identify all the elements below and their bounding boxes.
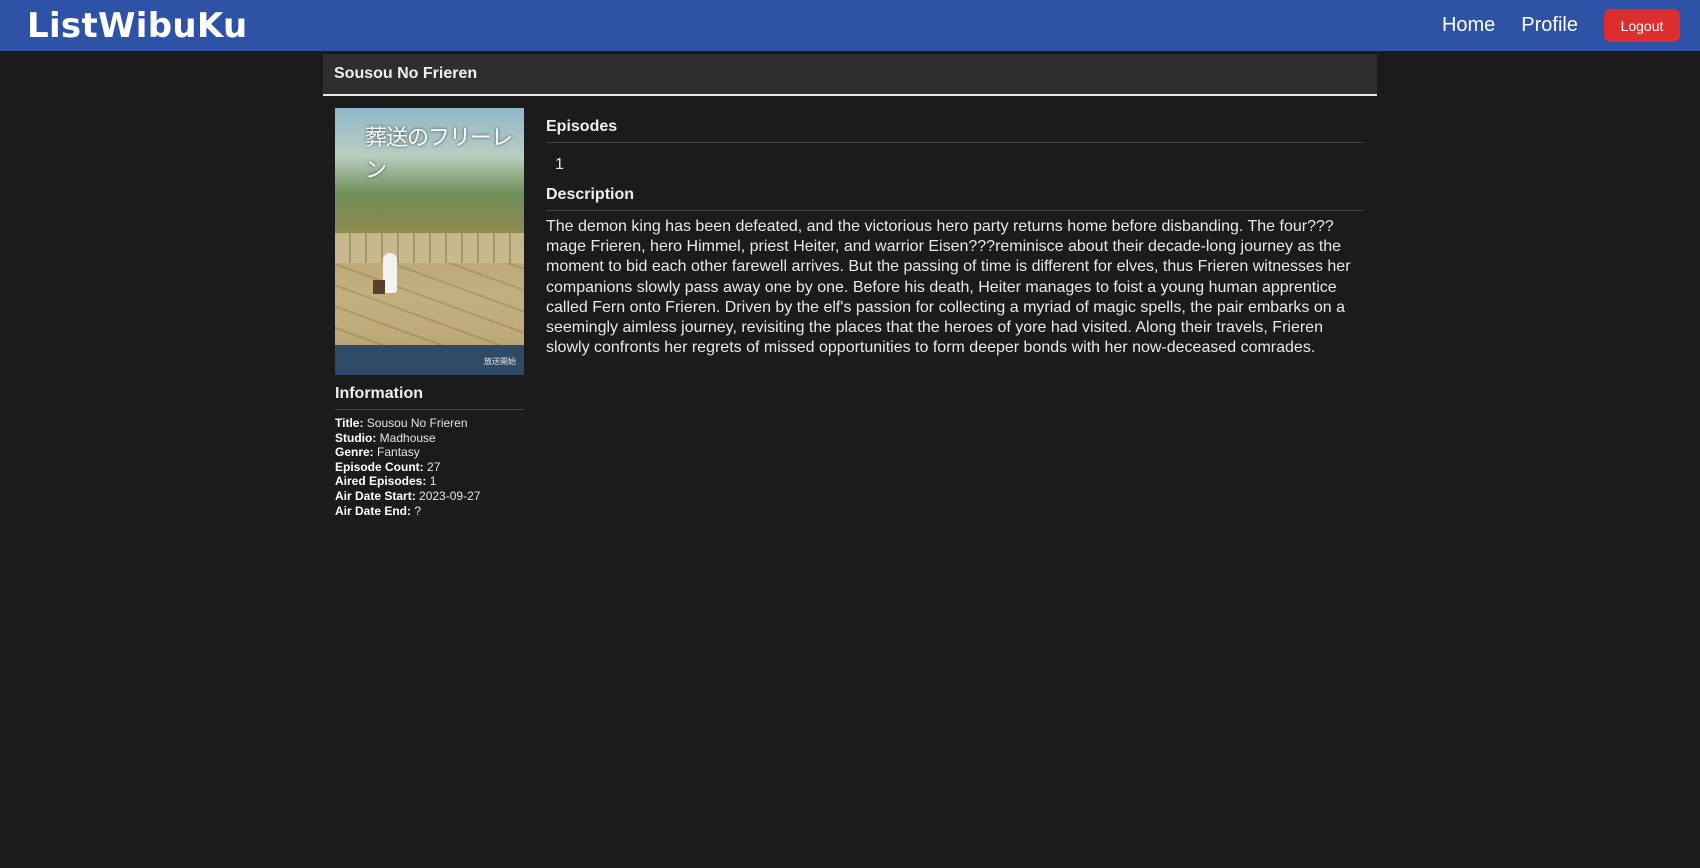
page-title: Sousou No Frieren bbox=[334, 65, 478, 82]
poster-title-text: 葬送のフリーレン bbox=[365, 126, 513, 183]
info-row-title: Title: Sousou No Frieren bbox=[335, 416, 468, 430]
left-column: 葬送のフリーレン 放送開始 Information Title: Sousou … bbox=[335, 108, 524, 518]
brand-logo-link[interactable]: ListWibuKu bbox=[27, 6, 247, 46]
nav-link-home[interactable]: Home bbox=[1442, 14, 1495, 37]
poster-ground bbox=[335, 263, 524, 348]
description-heading: Description bbox=[546, 186, 1363, 211]
anime-detail-panel: Sousou No Frieren 葬送のフリーレン 放送開始 Informat… bbox=[323, 54, 1377, 518]
information-heading: Information bbox=[335, 385, 524, 410]
description-text: The demon king has been defeated, and th… bbox=[546, 218, 1351, 357]
info-row-episode-count: Episode Count: 27 bbox=[335, 459, 441, 474]
poster-character-figure bbox=[383, 253, 397, 293]
poster-stone-wall bbox=[335, 233, 524, 263]
info-row-air-date-start: Air Date Start: 2023-09-27 bbox=[335, 488, 481, 503]
episodes-heading: Episodes bbox=[546, 118, 1363, 143]
info-row-genre: Genre: Fantasy bbox=[335, 445, 420, 460]
logout-button[interactable]: Logout bbox=[1604, 9, 1680, 42]
info-row-studio: Studio: Madhouse bbox=[335, 430, 436, 445]
info-row-air-date-end: Air Date End: ? bbox=[335, 503, 422, 518]
information-list: Title: Sousou No Frieren Studio: Madhous… bbox=[335, 416, 524, 518]
detail-body: 葬送のフリーレン 放送開始 Information Title: Sousou … bbox=[323, 96, 1377, 518]
info-row-aired-episodes: Aired Episodes: 1 bbox=[335, 474, 437, 489]
nav-links: Home Profile Logout bbox=[1442, 9, 1680, 42]
top-navbar: ListWibuKu Home Profile Logout bbox=[0, 0, 1700, 51]
anime-poster-image: 葬送のフリーレン 放送開始 bbox=[335, 108, 524, 375]
episode-item[interactable]: 1 bbox=[546, 143, 1363, 186]
right-column: Episodes 1 Description The demon king ha… bbox=[546, 108, 1363, 518]
anime-title-bar: Sousou No Frieren bbox=[323, 54, 1377, 96]
poster-footer-text: 放送開始 bbox=[484, 357, 516, 366]
poster-bag bbox=[373, 280, 385, 294]
nav-link-profile[interactable]: Profile bbox=[1521, 14, 1578, 37]
